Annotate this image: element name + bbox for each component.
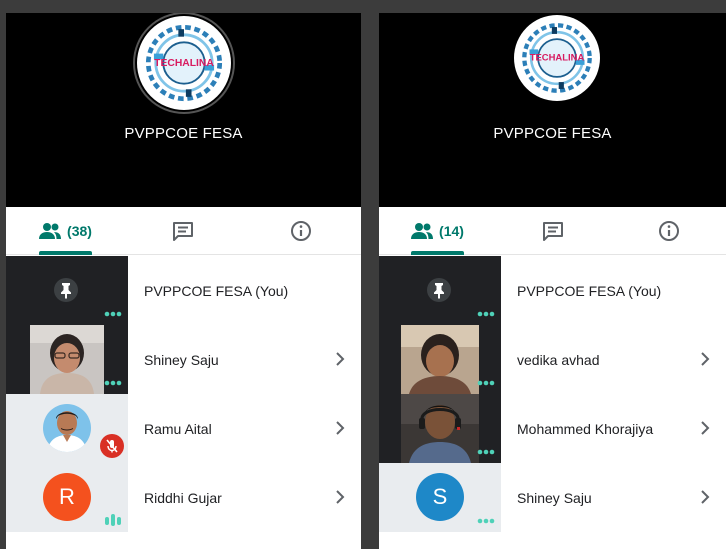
more-dots-icon (104, 380, 122, 386)
people-icon (39, 223, 62, 239)
techalina-logo-icon: TECHALINA (138, 17, 230, 109)
participant-name: vedika avhad (517, 351, 600, 368)
participant-name: Shiney Saju (517, 489, 592, 506)
participant-row[interactable]: PVPPCOE FESA (You) (6, 256, 361, 325)
chevron-right-icon[interactable] (333, 489, 347, 505)
participants-panel-right: TECHALINA PVPPCOE FESA (14) PVPPCOE FESA… (379, 13, 726, 549)
svg-text:TECHALINA: TECHALINA (154, 58, 214, 69)
tab-info[interactable] (242, 207, 360, 255)
participant-row[interactable]: S Shiney Saju (379, 463, 726, 532)
pin-icon (427, 278, 451, 302)
participant-name: Ramu Aital (144, 420, 212, 437)
chevron-right-icon[interactable] (333, 420, 347, 436)
info-icon (291, 221, 311, 241)
more-dots-icon (477, 449, 495, 455)
chat-icon (173, 222, 193, 241)
meeting-hero: TECHALINA PVPPCOE FESA (379, 13, 726, 207)
more-dots-icon (477, 311, 495, 317)
participant-video-tile (379, 325, 501, 394)
speaking-indicator-icon (105, 514, 121, 526)
tab-chat[interactable] (124, 207, 242, 255)
svg-text:TECHALINA: TECHALINA (530, 53, 585, 64)
participant-row[interactable]: vedika avhad (379, 325, 726, 394)
more-dots-icon (477, 518, 495, 524)
avatar: S (416, 473, 464, 521)
participant-video-tile (379, 394, 501, 463)
participant-video-icon (401, 325, 479, 394)
meeting-logo: TECHALINA (514, 15, 600, 101)
participant-video-icon (401, 394, 479, 463)
chevron-right-icon[interactable] (698, 351, 712, 367)
participant-name: PVPPCOE FESA (You) (144, 282, 289, 299)
people-count: (38) (67, 223, 92, 239)
participant-tile: R (6, 463, 128, 532)
people-count: (14) (439, 223, 464, 239)
meeting-hero: TECHALINA PVPPCOE FESA (6, 13, 361, 207)
more-dots-icon (104, 311, 122, 317)
participant-name: Riddhi Gujar (144, 489, 222, 506)
active-tab-indicator (411, 251, 464, 255)
tab-people[interactable]: (38) (6, 207, 124, 255)
chevron-right-icon[interactable] (698, 420, 712, 436)
tab-people[interactable]: (14) (379, 207, 495, 255)
meeting-name: PVPPCOE FESA (493, 125, 612, 142)
meeting-logo: TECHALINA (137, 16, 231, 110)
participant-row[interactable]: Mohammed Khorajiya (379, 394, 726, 463)
chat-icon (543, 222, 563, 241)
participant-tile (6, 394, 128, 463)
participant-video-tile (6, 325, 128, 394)
participant-tile: S (379, 463, 501, 532)
participants-panel-left: TECHALINA PVPPCOE FESA (38) PVPPCOE FESA… (6, 13, 361, 549)
mic-muted-badge (100, 434, 124, 458)
tab-chat[interactable] (495, 207, 611, 255)
participant-tile (379, 256, 501, 325)
tab-info[interactable] (611, 207, 726, 255)
active-tab-indicator (39, 251, 92, 255)
chevron-right-icon[interactable] (698, 489, 712, 505)
participant-row[interactable]: R Riddhi Gujar (6, 463, 361, 532)
chevron-right-icon[interactable] (333, 351, 347, 367)
participant-name: PVPPCOE FESA (You) (517, 282, 662, 299)
avatar: R (43, 473, 91, 521)
panel-tabs: (38) (6, 207, 361, 255)
participant-name: Mohammed Khorajiya (517, 420, 654, 437)
mic-off-icon (106, 439, 118, 453)
participant-row[interactable]: PVPPCOE FESA (You) (379, 256, 726, 325)
info-icon (659, 221, 679, 241)
participant-row[interactable]: Ramu Aital (6, 394, 361, 463)
participant-name: Shiney Saju (144, 351, 219, 368)
participant-row[interactable]: Shiney Saju (6, 325, 361, 394)
more-dots-icon (477, 380, 495, 386)
participant-tile (6, 256, 128, 325)
techalina-logo-icon: TECHALINA (515, 16, 599, 100)
participant-video-icon (30, 325, 104, 394)
avatar (43, 404, 91, 452)
meeting-name: PVPPCOE FESA (124, 125, 243, 142)
panel-tabs: (14) (379, 207, 726, 255)
pin-icon (54, 278, 78, 302)
people-icon (411, 223, 434, 239)
